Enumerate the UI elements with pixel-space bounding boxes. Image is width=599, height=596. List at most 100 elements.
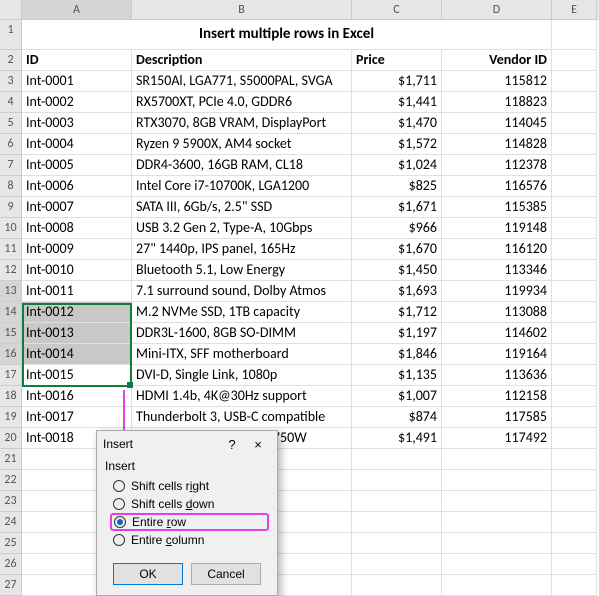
cell-price[interactable]: $1,693 <box>352 281 442 302</box>
row-header[interactable]: 13 <box>0 281 22 302</box>
cell[interactable] <box>442 533 552 554</box>
cell-price[interactable]: $1,450 <box>352 260 442 281</box>
row-header[interactable]: 3 <box>0 71 22 92</box>
header-id[interactable]: ID <box>22 50 132 71</box>
cell[interactable] <box>442 449 552 470</box>
cell-id[interactable]: Int-0014 <box>22 344 132 365</box>
cell[interactable] <box>352 449 442 470</box>
cell[interactable] <box>552 344 597 365</box>
cell-price[interactable]: $1,024 <box>352 155 442 176</box>
cell-price[interactable]: $1,197 <box>352 323 442 344</box>
cell-price[interactable]: $1,135 <box>352 365 442 386</box>
cell[interactable] <box>552 20 597 50</box>
row-header[interactable]: 7 <box>0 155 22 176</box>
cell[interactable] <box>442 554 552 575</box>
row-header[interactable]: 27 <box>0 575 22 596</box>
cell[interactable] <box>552 113 597 134</box>
cell[interactable] <box>552 491 597 512</box>
cell-desc[interactable]: Bluetooth 5.1, Low Energy <box>132 260 352 281</box>
row-header[interactable]: 23 <box>0 491 22 512</box>
row-header[interactable]: 20 <box>0 428 22 449</box>
cell-desc[interactable]: SR150Al, LGA771, S5000PAL, SVGA <box>132 71 352 92</box>
cell[interactable] <box>552 302 597 323</box>
header-vendor[interactable]: Vendor ID <box>442 50 552 71</box>
cell-desc[interactable]: Mini-ITX, SFF motherboard <box>132 344 352 365</box>
cell[interactable] <box>552 218 597 239</box>
page-title[interactable]: Insert multiple rows in Excel <box>22 20 552 50</box>
cell-desc[interactable]: USB 3.2 Gen 2, Type-A, 10Gbps <box>132 218 352 239</box>
row-header[interactable]: 1 <box>0 20 22 50</box>
row-header[interactable]: 21 <box>0 449 22 470</box>
cell[interactable] <box>352 575 442 596</box>
col-header-D[interactable]: D <box>442 0 552 20</box>
cell-vendor[interactable]: 114828 <box>442 134 552 155</box>
row-header[interactable]: 18 <box>0 386 22 407</box>
cell[interactable] <box>552 134 597 155</box>
cell[interactable] <box>552 554 597 575</box>
option-shift-down[interactable]: Shift cells down <box>113 495 269 513</box>
cell[interactable] <box>552 197 597 218</box>
cell[interactable] <box>552 50 597 71</box>
cell[interactable] <box>352 470 442 491</box>
cell-price[interactable]: $1,470 <box>352 113 442 134</box>
cell[interactable] <box>352 512 442 533</box>
cell[interactable] <box>442 575 552 596</box>
cell-vendor[interactable]: 114602 <box>442 323 552 344</box>
cell[interactable] <box>552 92 597 113</box>
cell[interactable] <box>552 512 597 533</box>
cell-desc[interactable]: M.2 NVMe SSD, 1TB capacity <box>132 302 352 323</box>
cancel-button[interactable]: Cancel <box>191 563 261 585</box>
cell[interactable] <box>442 470 552 491</box>
cell-id[interactable]: Int-0009 <box>22 239 132 260</box>
cell-vendor[interactable]: 117492 <box>442 428 552 449</box>
cell-vendor[interactable]: 119934 <box>442 281 552 302</box>
col-header-A[interactable]: A <box>22 0 132 20</box>
cell[interactable] <box>552 407 597 428</box>
cell-price[interactable]: $1,491 <box>352 428 442 449</box>
cell[interactable] <box>352 554 442 575</box>
col-header-E[interactable]: E <box>552 0 597 20</box>
cell-desc[interactable]: Ryzen 9 5900X, AM4 socket <box>132 134 352 155</box>
cell[interactable] <box>552 365 597 386</box>
cell[interactable] <box>552 428 597 449</box>
cell-desc[interactable]: 7.1 surround sound, Dolby Atmos <box>132 281 352 302</box>
col-header-C[interactable]: C <box>352 0 442 20</box>
cell[interactable] <box>552 386 597 407</box>
row-header[interactable]: 25 <box>0 533 22 554</box>
cell-vendor[interactable]: 112378 <box>442 155 552 176</box>
cell-price[interactable]: $874 <box>352 407 442 428</box>
cell-vendor[interactable]: 113636 <box>442 365 552 386</box>
cell[interactable] <box>352 491 442 512</box>
cell-vendor[interactable]: 116576 <box>442 176 552 197</box>
cell-id[interactable]: Int-0005 <box>22 155 132 176</box>
cell-id[interactable]: Int-0012 <box>22 302 132 323</box>
cell-desc[interactable]: RTX3070, 8GB VRAM, DisplayPort <box>132 113 352 134</box>
row-header[interactable]: 24 <box>0 512 22 533</box>
row-header[interactable]: 2 <box>0 50 22 71</box>
row-header[interactable]: 19 <box>0 407 22 428</box>
cell-id[interactable]: Int-0001 <box>22 71 132 92</box>
cell-desc[interactable]: DDR4-3600, 16GB RAM, CL18 <box>132 155 352 176</box>
option-entire-column[interactable]: Entire column <box>113 531 269 549</box>
row-header[interactable]: 6 <box>0 134 22 155</box>
cell-vendor[interactable]: 115812 <box>442 71 552 92</box>
cell-id[interactable]: Int-0006 <box>22 176 132 197</box>
row-header[interactable]: 9 <box>0 197 22 218</box>
row-header[interactable]: 17 <box>0 365 22 386</box>
cell-price[interactable]: $1,572 <box>352 134 442 155</box>
cell-price[interactable]: $1,846 <box>352 344 442 365</box>
cell-desc[interactable]: HDMI 1.4b, 4K@30Hz support <box>132 386 352 407</box>
cell-vendor[interactable]: 116120 <box>442 239 552 260</box>
option-entire-row[interactable]: Entire row <box>110 513 269 531</box>
cell-id[interactable]: Int-0002 <box>22 92 132 113</box>
dialog-help-button[interactable]: ? <box>219 437 245 452</box>
cell[interactable] <box>552 176 597 197</box>
row-header[interactable]: 22 <box>0 470 22 491</box>
cell-vendor[interactable]: 119164 <box>442 344 552 365</box>
row-header[interactable]: 10 <box>0 218 22 239</box>
cell[interactable] <box>552 281 597 302</box>
cell-vendor[interactable]: 112158 <box>442 386 552 407</box>
cell-price[interactable]: $966 <box>352 218 442 239</box>
header-price[interactable]: Price <box>352 50 442 71</box>
row-header[interactable]: 26 <box>0 554 22 575</box>
